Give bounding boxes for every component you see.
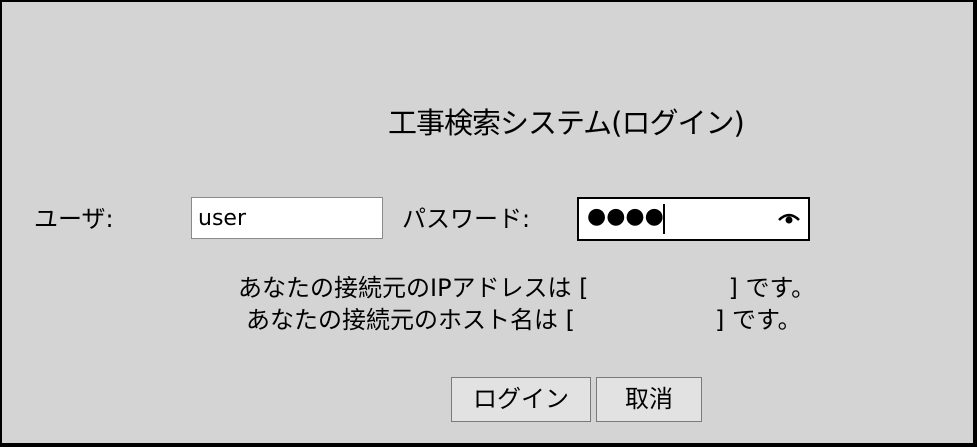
ip-info-prefix: あなたの接続元のIPアドレスは [ [238, 274, 589, 302]
eye-icon[interactable] [778, 210, 800, 226]
password-masked-value: ●●●● [587, 204, 664, 229]
page-title: 工事検索システム(ログイン) [388, 106, 745, 140]
ip-address-info: あなたの接続元のIPアドレスは [ ] です。 [238, 276, 815, 300]
host-info-suffix: ] です。 [715, 306, 802, 334]
password-input[interactable]: ●●●● [577, 197, 810, 241]
user-input[interactable] [191, 197, 383, 239]
hostname-info: あなたの接続元のホスト名は [ ] です。 [246, 308, 802, 332]
text-caret [663, 204, 665, 234]
host-info-prefix: あなたの接続元のホスト名は [ [246, 306, 575, 334]
login-button[interactable]: ログイン [451, 377, 591, 422]
password-label: パスワード: [402, 205, 531, 233]
login-panel: 工事検索システム(ログイン) ユーザ: パスワード: ●●●● あなたの接続元の… [2, 2, 973, 443]
ip-info-suffix: ] です。 [728, 274, 816, 302]
cancel-button[interactable]: 取消 [596, 377, 702, 422]
user-label: ユーザ: [34, 205, 114, 233]
